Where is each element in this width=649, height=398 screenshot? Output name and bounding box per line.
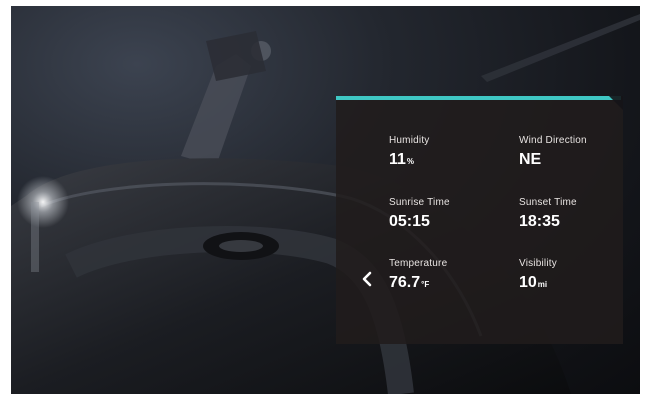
humidity-value-line: 11%: [389, 150, 509, 172]
temperature-label: Temperature: [389, 258, 448, 269]
wind-direction-label: Wind Direction: [519, 135, 587, 146]
wind-direction-value-line: NE: [519, 150, 639, 170]
weather-info-panel: Humidity 11% Wind Direction NE Sunrise T…: [336, 96, 623, 344]
vehicle-display-screen: Humidity 11% Wind Direction NE Sunrise T…: [11, 6, 640, 394]
panel-accent-bar: [336, 96, 621, 100]
temperature-unit: °F: [421, 280, 430, 289]
visibility-unit: mi: [537, 280, 548, 289]
humidity-metric: Humidity 11%: [389, 134, 509, 172]
sunset-time-value: 18:35: [519, 213, 560, 230]
visibility-metric: Visibility 10mi: [519, 257, 639, 295]
humidity-value: 11: [389, 151, 406, 168]
back-button[interactable]: [358, 268, 376, 290]
panel-corner: [609, 96, 623, 110]
visibility-value-line: 10mi: [519, 273, 639, 295]
sunset-time-metric: Sunset Time 18:35: [519, 196, 639, 232]
sunrise-time-label: Sunrise Time: [389, 197, 450, 208]
sunrise-time-metric: Sunrise Time 05:15: [389, 196, 509, 232]
wind-direction-metric: Wind Direction NE: [519, 134, 639, 170]
sunset-time-label: Sunset Time: [519, 197, 577, 208]
visibility-label: Visibility: [519, 258, 557, 269]
temperature-value: 76.7: [389, 274, 421, 291]
sunset-time-value-line: 18:35: [519, 212, 639, 232]
sunrise-time-value: 05:15: [389, 213, 430, 230]
visibility-value: 10: [519, 274, 537, 291]
humidity-unit: %: [406, 157, 415, 166]
chevron-left-icon: [362, 271, 372, 287]
temperature-metric: Temperature 76.7°F: [389, 257, 509, 295]
sunrise-time-value-line: 05:15: [389, 212, 509, 232]
temperature-value-line: 76.7°F: [389, 273, 509, 295]
humidity-label: Humidity: [389, 135, 430, 146]
wind-direction-value: NE: [519, 151, 542, 168]
